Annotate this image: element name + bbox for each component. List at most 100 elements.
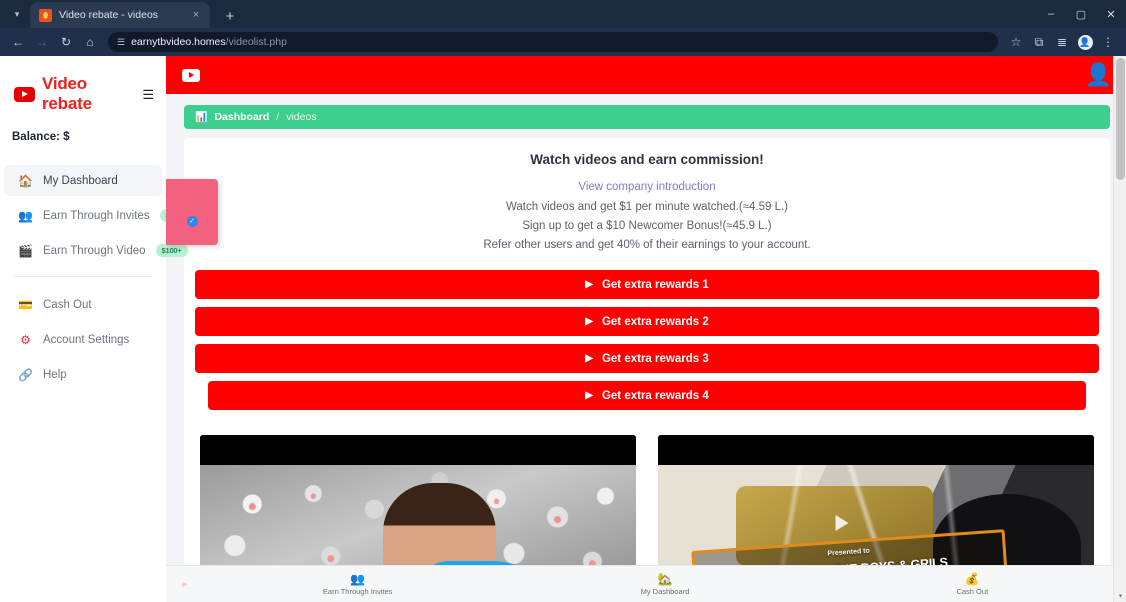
- sidebar-item-label: My Dashboard: [43, 174, 118, 187]
- video-icon: ▶: [585, 353, 593, 364]
- bottom-nav-earn-through-invites[interactable]: 👥 Earn Through Invites: [204, 573, 511, 596]
- sidebar-item-label: Help: [43, 368, 67, 381]
- youtube-play-icon: [14, 86, 35, 102]
- breadcrumb: 📊 Dashboard / videos: [184, 105, 1110, 129]
- reward-button-label: Get extra rewards 2: [601, 315, 709, 328]
- reward-row: ▶ Get extra rewards 3: [195, 344, 1099, 373]
- reload-icon[interactable]: ↻: [55, 31, 77, 53]
- home-icon: 🏠: [18, 173, 33, 188]
- address-bar-url: earnytbvideo.homes/videolist.php: [131, 36, 287, 48]
- video-icon: 🎬: [18, 243, 33, 258]
- toolbar-actions: ☆ ⧉ ≣ 👤 ⋮: [1005, 31, 1119, 53]
- home-icon[interactable]: ⌂: [79, 31, 101, 53]
- back-icon[interactable]: ←: [7, 31, 29, 53]
- sidebar-nav: 🏠 My Dashboard 👥 Earn Through Invites $5…: [0, 165, 192, 390]
- reward-button-label: Get extra rewards 4: [601, 389, 709, 402]
- browser-menu-icon[interactable]: ⋮: [1097, 31, 1119, 53]
- browser-window: ▾ Video rebate - videos × + – ▢ ✕ ← → ↻ …: [0, 0, 1126, 602]
- sidebar-item-label: Cash Out: [43, 298, 92, 311]
- forward-icon[interactable]: →: [31, 31, 53, 53]
- letterbox-bar: [200, 435, 636, 465]
- bottom-nav-my-dashboard[interactable]: 🏡 My Dashboard: [511, 573, 818, 596]
- bottom-nav-partial-icon: ►: [180, 579, 190, 589]
- promo-card: Watch videos and earn commission! View c…: [184, 138, 1110, 602]
- tab-favicon: [39, 8, 52, 22]
- maximize-icon[interactable]: ▢: [1066, 0, 1096, 28]
- promo-line-3: Refer other users and get 40% of their e…: [483, 239, 811, 251]
- sidebar-brand[interactable]: Video rebate ☰: [0, 66, 166, 118]
- minimize-icon[interactable]: –: [1036, 0, 1066, 28]
- bottom-nav-label: Cash Out: [956, 586, 989, 596]
- chart-icon: 📊: [195, 111, 208, 123]
- page-viewport: Video rebate ☰ Balance: $ 🏠 My Dashboard…: [0, 56, 1126, 602]
- hamburger-icon[interactable]: ☰: [142, 88, 156, 101]
- scroll-down-icon[interactable]: ▾: [1114, 589, 1126, 602]
- close-window-icon[interactable]: ✕: [1096, 0, 1126, 28]
- new-tab-button[interactable]: +: [219, 8, 241, 25]
- scrollbar-thumb[interactable]: [1116, 58, 1125, 180]
- get-extra-rewards-1-button[interactable]: ▶ Get extra rewards 1: [195, 270, 1099, 299]
- main-content: 👤 📊 Dashboard / videos Watch videos and …: [166, 56, 1126, 602]
- page-title: Watch videos and earn commission!: [530, 152, 764, 167]
- check-badge-icon[interactable]: ✓: [186, 215, 198, 227]
- site-settings-icon[interactable]: ☰: [117, 37, 125, 47]
- address-bar[interactable]: ☰ earnytbvideo.homes/videolist.php: [108, 32, 998, 52]
- promo-line-1: Watch videos and get $1 per minute watch…: [505, 201, 789, 213]
- rewards-list: ▶ Get extra rewards 1 ▶ Get extra reward…: [194, 255, 1100, 426]
- window-controls: – ▢ ✕: [1036, 0, 1126, 28]
- url-domain: earnytbvideo.homes: [131, 36, 226, 48]
- sidebar: Video rebate ☰ Balance: $ 🏠 My Dashboard…: [0, 56, 192, 602]
- reward-row: ▶ Get extra rewards 2: [195, 307, 1099, 336]
- get-extra-rewards-3-button[interactable]: ▶ Get extra rewards 3: [195, 344, 1099, 373]
- bookmark-star-icon[interactable]: ☆: [1005, 31, 1027, 53]
- brand-name: Video rebate: [42, 74, 92, 113]
- person-eyes-graphic: [398, 543, 482, 550]
- extensions-puzzle-icon[interactable]: ⧉: [1028, 31, 1050, 53]
- wallet-icon: 💳: [18, 297, 33, 312]
- sidebar-item-my-dashboard[interactable]: 🏠 My Dashboard: [4, 165, 162, 196]
- video-icon: ▶: [585, 390, 593, 401]
- sidebar-item-cash-out[interactable]: 💳 Cash Out: [4, 289, 162, 320]
- bottom-nav-label: My Dashboard: [640, 586, 690, 596]
- user-edit-icon[interactable]: 👤: [1085, 64, 1112, 86]
- browser-toolbar: ← → ↻ ⌂ ☰ earnytbvideo.homes/videolist.p…: [0, 28, 1126, 56]
- promo-line-2: Sign up to get a $10 Newcomer Bonus!(≈45…: [522, 220, 772, 232]
- sidebar-item-account-settings[interactable]: ⚙ Account Settings: [4, 324, 162, 355]
- reward-button-label: Get extra rewards 1: [601, 278, 709, 291]
- tab-search-icon[interactable]: ▾: [4, 2, 30, 26]
- balance-label: Balance: $: [12, 131, 70, 143]
- gear-icon: ⚙: [20, 332, 31, 347]
- sidebar-item-earn-through-video[interactable]: 🎬 Earn Through Video $100+: [4, 235, 188, 266]
- bottom-navigation: ► 👥 Earn Through Invites 🏡 My Dashboard …: [166, 565, 1126, 602]
- sidebar-item-earn-through-invites[interactable]: 👥 Earn Through Invites $500+: [4, 200, 192, 231]
- app-header: 👤: [166, 56, 1126, 94]
- sidebar-item-label: Earn Through Invites: [43, 209, 150, 222]
- reward-row: ▶ Get extra rewards 4: [195, 381, 1099, 410]
- sidebar-item-help[interactable]: 🔗 Help: [4, 359, 162, 390]
- company-intro-link[interactable]: View company introduction: [194, 181, 1100, 193]
- bottom-nav-cash-out[interactable]: 💰 Cash Out: [819, 573, 1126, 596]
- reward-row: ▶ Get extra rewards 1: [195, 270, 1099, 299]
- profile-avatar[interactable]: 👤: [1074, 31, 1096, 53]
- letterbox-bar: [658, 435, 1094, 465]
- sidebar-badge: $100+: [155, 244, 188, 257]
- tab-strip: ▾ Video rebate - videos × + – ▢ ✕: [0, 0, 1126, 28]
- reward-button-label: Get extra rewards 3: [601, 352, 709, 365]
- get-extra-rewards-4-button[interactable]: ▶ Get extra rewards 4: [208, 381, 1086, 410]
- sidebar-divider: [14, 276, 152, 277]
- avatar: 👤: [1077, 34, 1093, 50]
- tab-close-icon[interactable]: ×: [188, 9, 204, 21]
- split-view-icon[interactable]: ≣: [1051, 31, 1073, 53]
- tab-title: Video rebate - videos: [59, 9, 159, 21]
- url-path: /videolist.php: [225, 36, 287, 48]
- floating-side-panel[interactable]: ✓: [166, 179, 218, 245]
- breadcrumb-separator: /: [276, 111, 280, 123]
- app-logo-icon[interactable]: [182, 68, 200, 82]
- breadcrumb-home[interactable]: Dashboard: [214, 111, 269, 123]
- cash-out-icon: 💰: [964, 571, 980, 586]
- page-scrollbar[interactable]: ▴ ▾: [1113, 56, 1126, 602]
- browser-tab[interactable]: Video rebate - videos ×: [30, 2, 210, 28]
- get-extra-rewards-2-button[interactable]: ▶ Get extra rewards 2: [195, 307, 1099, 336]
- sidebar-item-label: Earn Through Video: [43, 244, 146, 257]
- users-icon: 👥: [350, 571, 366, 586]
